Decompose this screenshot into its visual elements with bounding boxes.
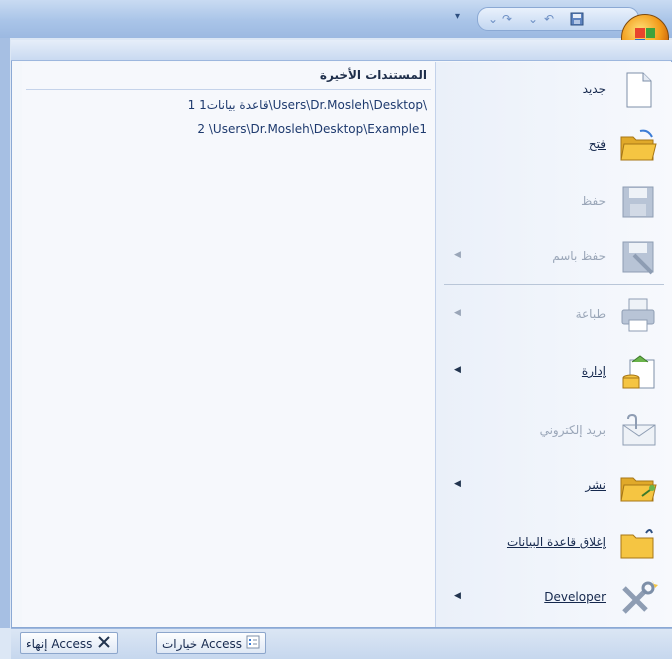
submenu-arrow-icon: ◀ [454,365,461,375]
exit-access-button[interactable]: إنهاء Access [20,632,119,656]
menu-item-label: حفظ [581,194,606,208]
open-folder-icon [618,125,658,165]
options-icon [246,634,260,656]
undo-icon[interactable]: ↶ [544,12,554,26]
recent-divider [26,89,431,90]
menu-top-bar [11,40,672,61]
publish-icon [618,466,658,506]
menu-item-print[interactable]: طباعة ◀ [436,287,672,345]
save-as-icon [618,237,658,277]
manage-icon [618,352,658,392]
recent-documents-title: المستندات الأخيرة [319,68,427,82]
menu-item-new[interactable]: جديد [436,62,672,120]
menu-item-publish[interactable]: نشر ◀ [436,458,672,516]
menu-item-label: نشر [585,478,606,492]
dropdown-icon[interactable]: ⌄ [528,12,538,26]
menu-item-label: طباعة [575,307,606,321]
office-menu-commands: جديد فتح حفظ حفظ باسم ◀ طباعة ◀ إدارة ◀ [436,62,672,627]
menu-item-label: فتح [588,137,606,151]
email-icon [618,411,658,451]
recent-document-item[interactable]: 1 قاعدة بيانات1\Users\Dr.Mosleh\Desktop\ [188,98,427,112]
new-document-icon [618,70,658,110]
menu-item-save[interactable]: حفظ [436,174,672,232]
developer-tools-icon [618,578,658,618]
dropdown-icon[interactable]: ⌄ [488,12,498,26]
menu-item-label: بريد إلكتروني [539,423,606,437]
menu-item-manage[interactable]: إدارة ◀ [436,344,672,402]
redo-icon[interactable]: ↷ [502,12,512,26]
office-menu-footer: إنهاء Access خيارات Access [11,628,672,659]
submenu-arrow-icon: ◀ [454,591,461,601]
recent-document-item[interactable]: 2 \Users\Dr.Mosleh\Desktop\Example1 [197,122,427,136]
close-icon [96,634,112,656]
submenu-arrow-icon: ◀ [454,250,461,260]
submenu-arrow-icon: ◀ [454,308,461,318]
menu-separator [444,284,664,285]
save-icon [618,182,658,222]
menu-item-label: إغلاق قاعدة البيانات [506,535,606,549]
menu-item-label: Developer [544,590,606,604]
menu-item-close-database[interactable]: إغلاق قاعدة البيانات [436,515,672,573]
title-bar: ▾ ⌄ ↷ ⌄ ↶ [0,0,672,38]
quick-access-toolbar: ⌄ ↷ ⌄ ↶ [477,7,639,31]
menu-item-developer[interactable]: Developer ◀ [436,570,672,628]
menu-item-label: إدارة [581,364,606,378]
customize-quick-access-icon[interactable]: ▾ [455,11,460,22]
close-database-icon [618,523,658,563]
recent-documents-pane: المستندات الأخيرة 1 قاعدة بيانات1\Users\… [22,62,436,627]
access-options-label: خيارات Access [162,637,243,651]
exit-access-label: إنهاء Access [26,637,93,651]
menu-item-open[interactable]: فتح [436,117,672,175]
menu-item-save-as[interactable]: حفظ باسم ◀ [436,229,672,287]
submenu-arrow-icon: ◀ [454,479,461,489]
window-edge [0,38,10,628]
menu-item-label: جديد [582,82,606,96]
menu-item-label: حفظ باسم [552,249,606,263]
save-icon[interactable] [570,12,584,29]
access-options-button[interactable]: خيارات Access [156,632,266,654]
print-icon [618,295,658,335]
menu-item-email[interactable]: بريد إلكتروني [436,403,672,461]
